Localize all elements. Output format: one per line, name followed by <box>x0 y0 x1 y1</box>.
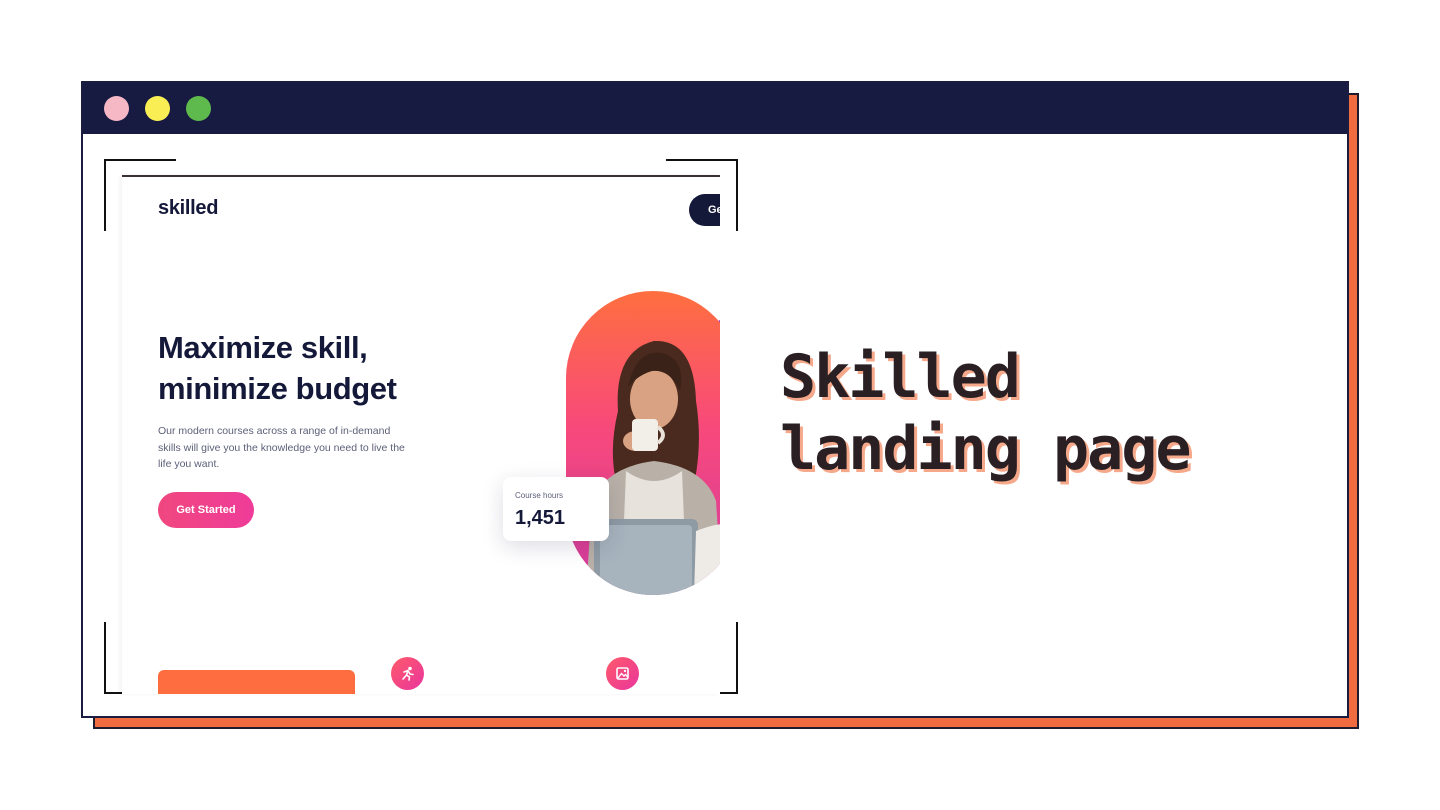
feature-card <box>158 670 355 694</box>
window-titlebar <box>83 83 1347 134</box>
browser-window: skilled Ge Maximize skill, minimize budg… <box>81 81 1349 718</box>
course-hours-card: Course hours 1,451 <box>503 477 609 541</box>
get-started-button[interactable]: Get Started <box>158 492 254 528</box>
nav-get-started-button[interactable]: Ge <box>689 194 720 226</box>
slide-heading: Skilled landing page <box>780 341 1191 485</box>
close-dot-icon[interactable] <box>104 96 129 121</box>
stat-label: Course hours <box>515 491 564 500</box>
hero-photo <box>566 291 720 595</box>
stat-value: 1,451 <box>515 507 566 529</box>
heading-line-1: Skilled <box>780 342 1021 412</box>
site-logo[interactable]: skilled <box>158 197 218 220</box>
maximize-dot-icon[interactable] <box>186 96 211 121</box>
hero-title: Maximize skill, minimize budget <box>158 330 397 406</box>
landing-page-preview: skilled Ge Maximize skill, minimize budg… <box>122 175 720 694</box>
heading-line-2: landing page <box>780 414 1191 484</box>
runner-icon[interactable] <box>391 657 424 690</box>
woman-with-mug-illustration <box>586 340 720 595</box>
image-icon[interactable] <box>606 657 639 690</box>
minimize-dot-icon[interactable] <box>145 96 170 121</box>
hero-description: Our modern courses across a range of in-… <box>158 425 405 470</box>
